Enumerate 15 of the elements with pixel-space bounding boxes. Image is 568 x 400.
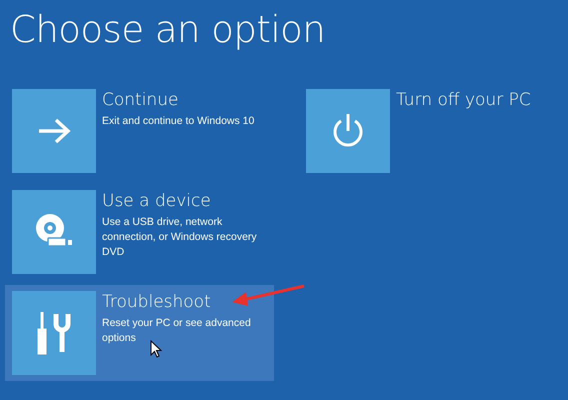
option-description: Reset your PC or see advanced options <box>102 316 252 346</box>
mouse-cursor-icon <box>150 340 162 358</box>
option-tile[interactable]: Troubleshoot Reset your PC or see advanced options <box>5 285 274 381</box>
page-title: Choose an option <box>9 7 326 53</box>
option-tile[interactable]: Turn off your PC <box>299 83 568 179</box>
option-title: Use a device <box>102 190 212 212</box>
option-title: Troubleshoot <box>102 291 212 313</box>
option-description: Exit and continue to Windows 10 <box>102 114 254 129</box>
option-title: Turn off your PC <box>396 89 531 111</box>
option-title: Continue <box>102 89 180 111</box>
arrow-icon <box>37 118 71 144</box>
option-description: Use a USB drive, network connection, or Windows recovery DVD <box>102 215 258 260</box>
option-tile[interactable]: Use a device Use a USB drive, network connection, or Windows recovery DVD <box>5 184 274 280</box>
option-tile[interactable]: Continue Exit and continue to Windows 10 <box>5 83 274 179</box>
tools-icon <box>36 310 72 356</box>
